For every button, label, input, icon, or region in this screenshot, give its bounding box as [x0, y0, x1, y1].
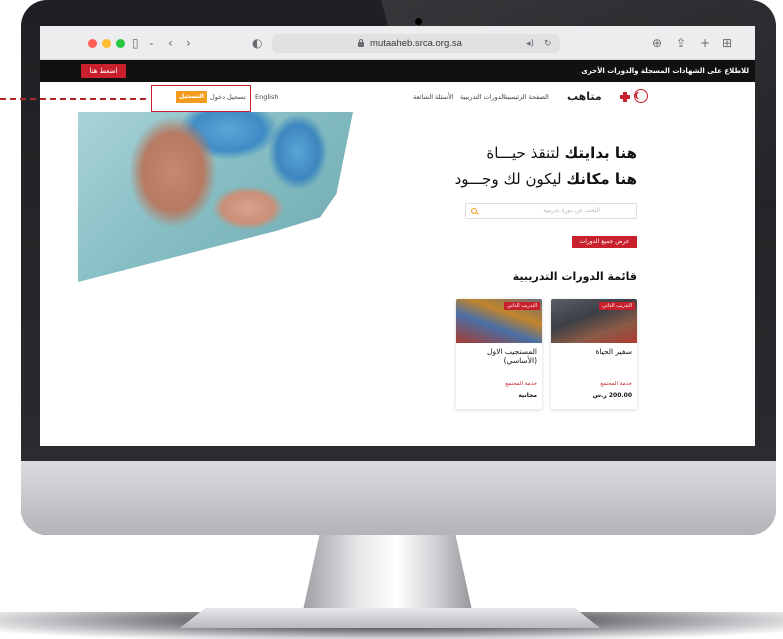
hero-line-2-bold: هنا مكانك — [566, 170, 637, 188]
nav-faq[interactable]: الأسئلة الشائعة — [413, 82, 454, 112]
course-card[interactable]: التدريب الذاتي المستجيب الاول (الأساسي) … — [456, 299, 542, 409]
monitor-base — [180, 608, 600, 628]
nav-home[interactable]: الصفحة الرئيسية — [504, 82, 549, 112]
course-badge: التدريب الذاتي — [599, 302, 635, 310]
sidebar-icon[interactable]: ▯ — [132, 35, 139, 51]
annotation-dashed-line — [0, 98, 146, 100]
tabs-grid-icon[interactable]: ⊞ — [722, 35, 732, 51]
course-title[interactable]: المستجيب الاول (الأساسي) — [461, 347, 537, 365]
nav-courses[interactable]: الدورات التدريبية — [460, 82, 505, 112]
plus-icon — [620, 92, 630, 102]
site-logo[interactable]: متاهب — [567, 82, 602, 112]
download-icon[interactable]: ⊕ — [652, 35, 662, 51]
site-nav: متاهب الصفحة الرئيسية الدورات التدريبية … — [40, 82, 755, 112]
course-card[interactable]: التدريب الذاتي سفير الحياة خدمة المجتمع … — [551, 299, 637, 409]
hero-line-1-bold: هنا بدايتك — [564, 144, 637, 162]
language-switch[interactable]: English — [255, 82, 278, 112]
promo-text: للاطلاع على الشهادات المسجلة والدورات ال… — [581, 67, 749, 75]
reload-icon[interactable]: ↻ — [544, 36, 552, 52]
hero-cpr-image — [78, 112, 353, 282]
screen: ▯ ⌄ ‹ › ◐ mutaaheb.srca.org.sa ◂) ↻ ⊕ ⇪ … — [40, 26, 755, 446]
address-text: mutaaheb.srca.org.sa — [370, 38, 462, 49]
chevron-down-icon[interactable]: ⌄ — [148, 35, 155, 51]
hero-heading-line-1: هنا بدايتك لتنقذ حيـــاة — [486, 144, 637, 162]
address-bar[interactable]: mutaaheb.srca.org.sa ◂) ↻ — [272, 34, 560, 53]
share-icon[interactable]: ⇪ — [676, 35, 686, 51]
red-crescent-logo-icon[interactable] — [634, 89, 648, 103]
new-tab-icon[interactable]: + — [700, 35, 710, 51]
course-search-input[interactable]: البحث عن دورة تدريبية — [465, 203, 637, 219]
back-icon[interactable]: ‹ — [168, 35, 173, 51]
shield-icon[interactable]: ◐ — [252, 35, 262, 51]
hero-line-2-rest: ليكون لك وجـــود — [454, 170, 562, 188]
minimize-window-button[interactable] — [102, 39, 111, 48]
browser-toolbar: ▯ ⌄ ‹ › ◐ mutaaheb.srca.org.sa ◂) ↻ ⊕ ⇪ … — [40, 26, 755, 60]
search-placeholder: البحث عن دورة تدريبية — [543, 207, 600, 214]
courses-section-title: قائمة الدورات التدريبية — [512, 270, 637, 283]
view-all-courses-button[interactable]: عرض جميع الدورات — [572, 236, 637, 248]
course-title[interactable]: سفير الحياة — [556, 347, 632, 357]
promo-bar: اضغط هنا للاطلاع على الشهادات المسجلة وا… — [40, 60, 755, 82]
hero-heading-line-2: هنا مكانك ليكون لك وجـــود — [455, 170, 637, 188]
zoom-window-button[interactable] — [116, 39, 125, 48]
course-category: خدمة المجتمع — [505, 381, 537, 387]
audio-icon[interactable]: ◂) — [526, 36, 534, 52]
forward-icon[interactable]: › — [186, 35, 191, 51]
monitor-chin — [21, 443, 776, 535]
camera-dot — [415, 18, 422, 25]
search-icon[interactable] — [471, 208, 477, 214]
course-badge: التدريب الذاتي — [504, 302, 540, 310]
course-price: مجانية — [518, 392, 537, 399]
course-category: خدمة المجتمع — [600, 381, 632, 387]
annotation-highlight-frame — [151, 85, 251, 112]
click-here-button[interactable]: اضغط هنا — [81, 64, 126, 78]
hero-line-1-rest: لتنقذ حيـــاة — [486, 144, 560, 162]
course-price: 200.00 ر.س — [592, 392, 632, 399]
close-window-button[interactable] — [88, 39, 97, 48]
